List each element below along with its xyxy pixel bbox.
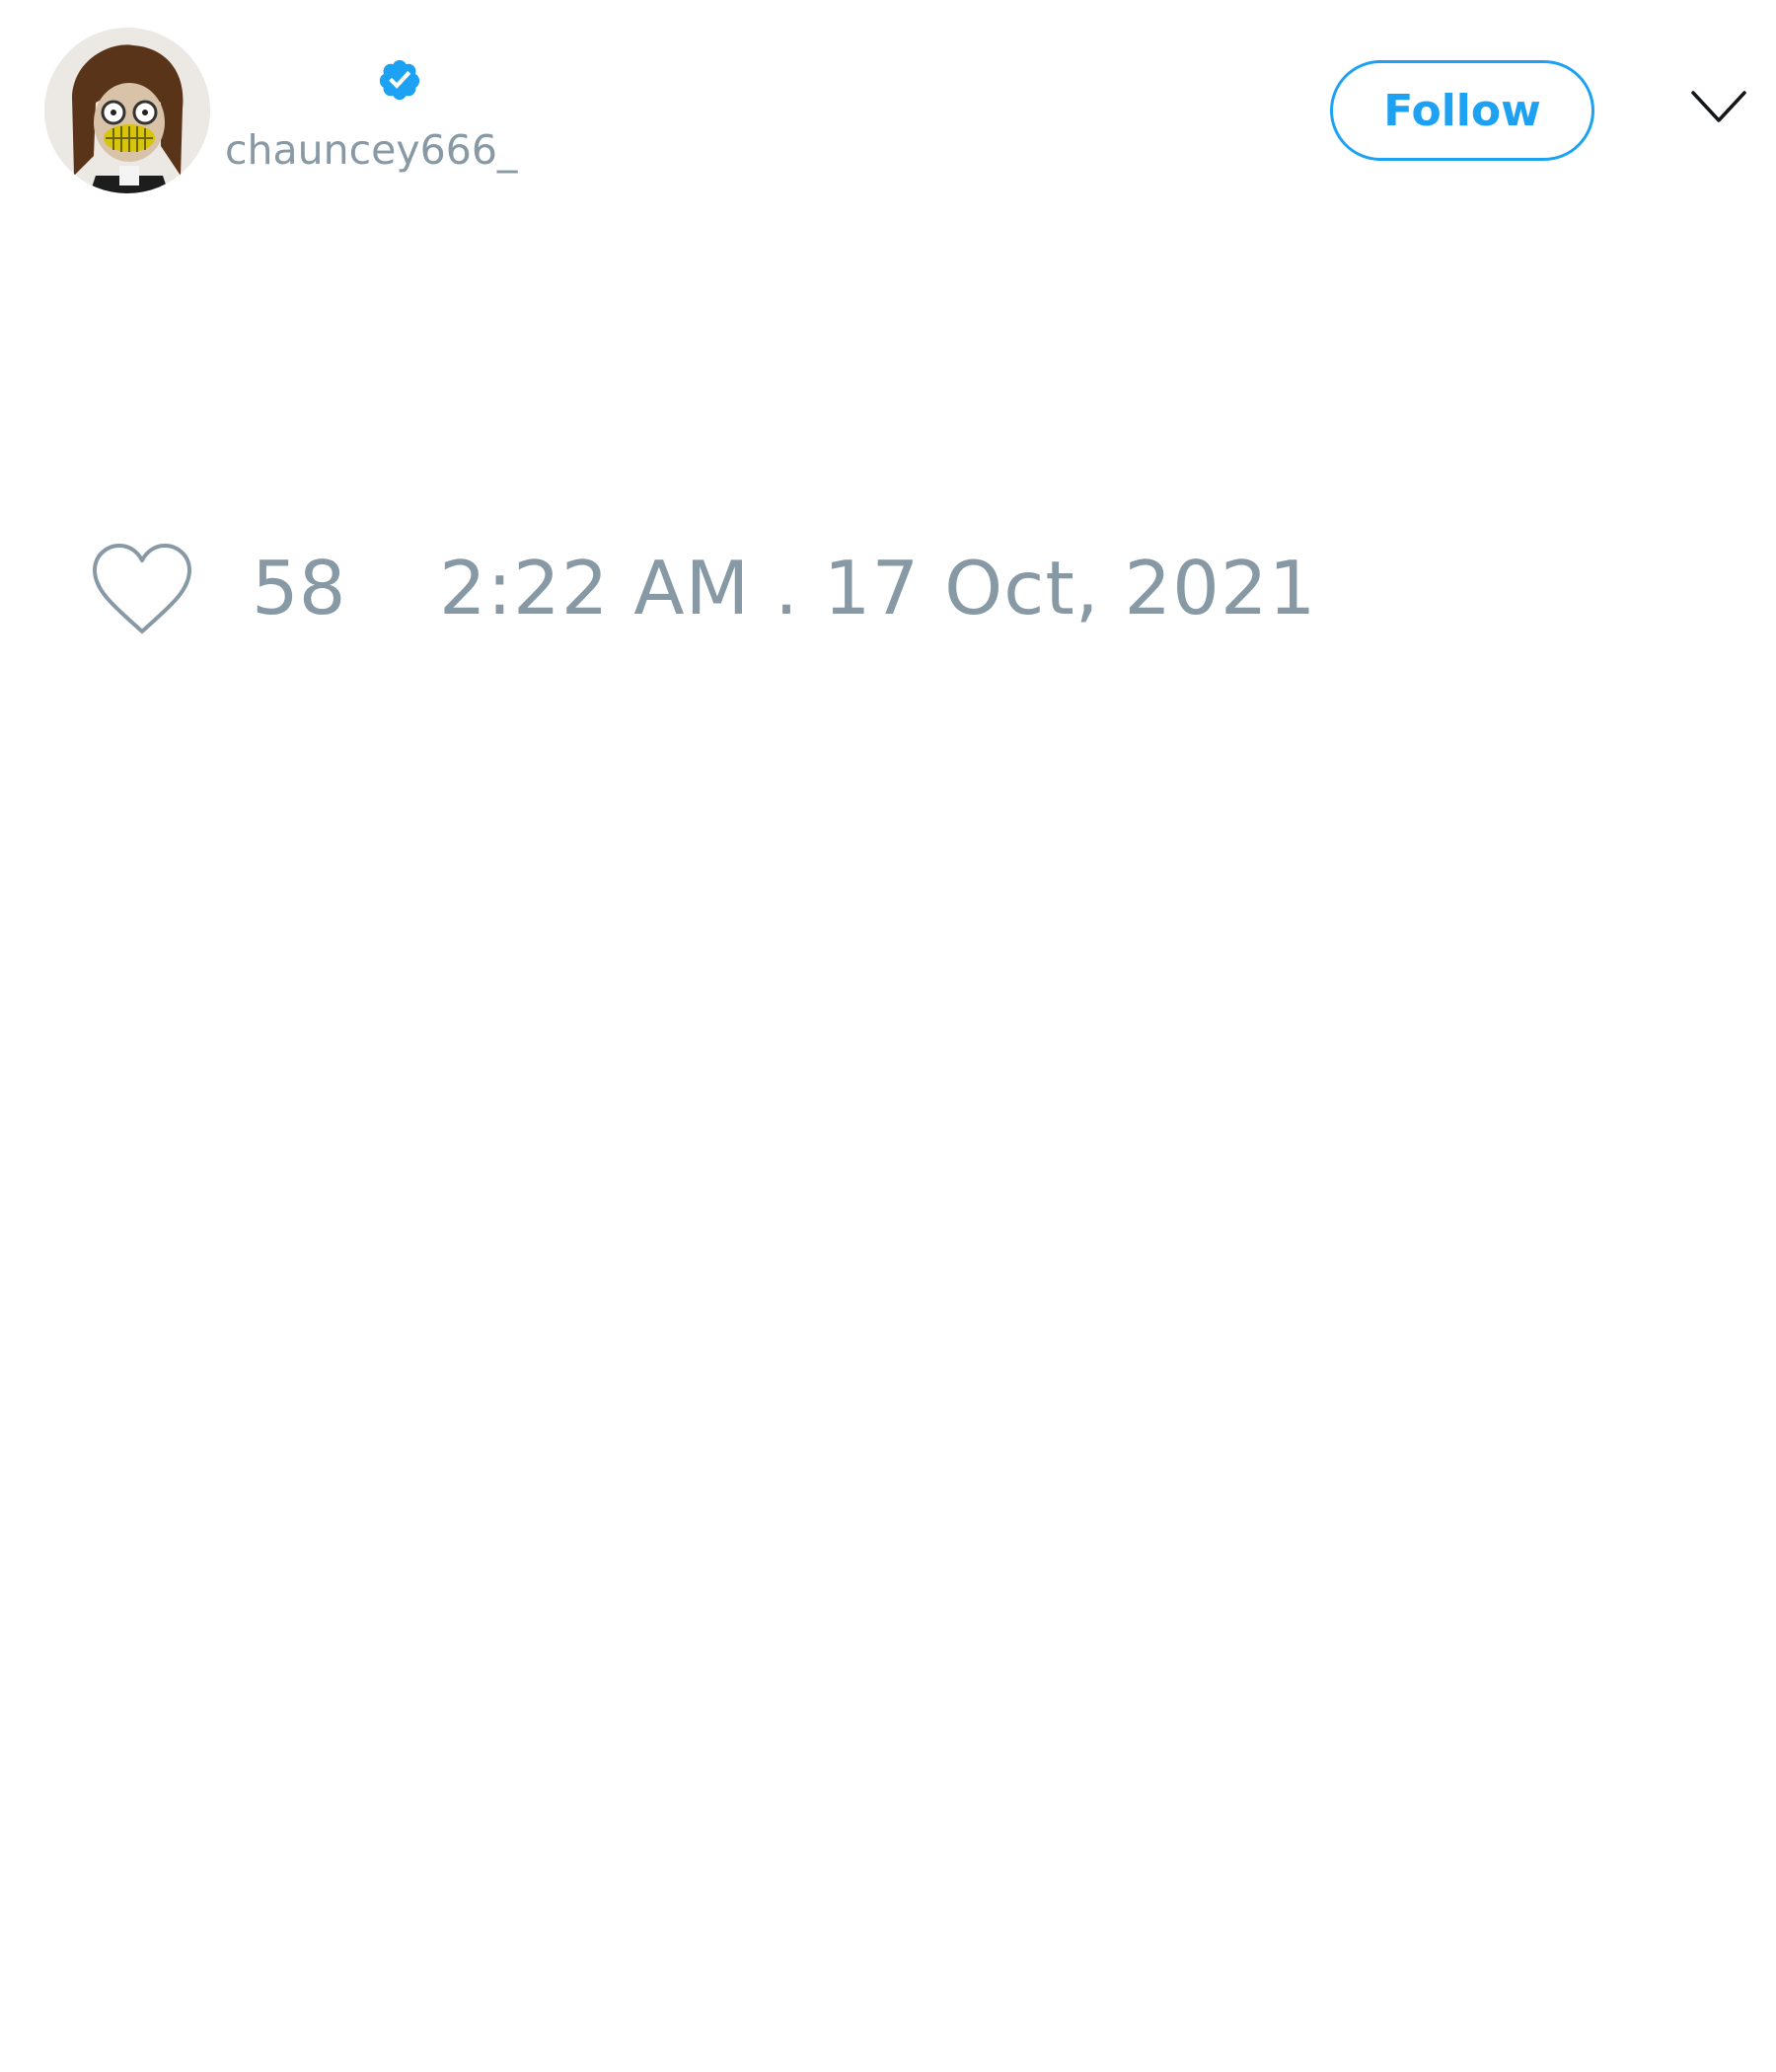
verified-badge-icon <box>379 59 420 101</box>
follow-button[interactable]: Follow <box>1330 60 1594 161</box>
avatar[interactable] <box>44 28 210 193</box>
tweet-timestamp[interactable]: 2:22 AM . 17 Oct, 2021 <box>439 545 1316 631</box>
like-count: 58 <box>252 545 346 631</box>
author-handle[interactable]: chauncey666_ <box>225 126 517 174</box>
chevron-down-icon[interactable] <box>1689 87 1748 128</box>
heart-outline-icon[interactable] <box>89 541 195 637</box>
